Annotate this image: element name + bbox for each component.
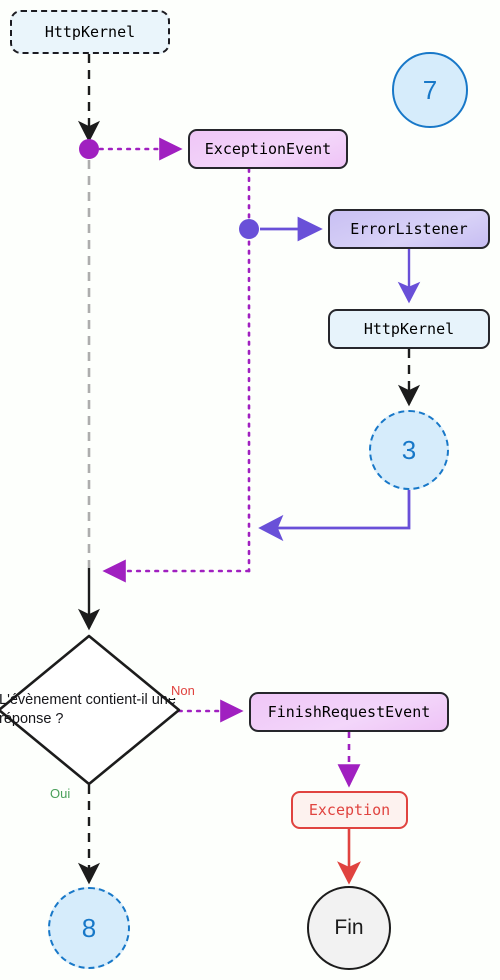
node-finish-request-event-label: FinishRequestEvent: [267, 703, 431, 721]
node-exception-event-label: ExceptionEvent: [204, 140, 332, 158]
edge-label-oui: Oui: [48, 786, 73, 801]
marker-circle-7-label: 7: [422, 74, 438, 105]
marker-circle-8[interactable]: 8: [48, 887, 130, 969]
node-httpkernel-mid-label: HttpKernel: [363, 320, 455, 338]
junction-exception-dot: [79, 139, 99, 159]
node-fin[interactable]: Fin: [307, 886, 391, 970]
node-decision-text: L'évènement contient-il une réponse ?: [0, 692, 176, 727]
marker-circle-3-label: 3: [401, 434, 417, 465]
node-httpkernel-top[interactable]: HttpKernel: [10, 10, 170, 54]
flowchart-diagram: HttpKernel ExceptionEvent ErrorListener …: [0, 0, 500, 980]
node-httpkernel-top-label: HttpKernel: [44, 23, 136, 41]
node-exception[interactable]: Exception: [291, 791, 408, 829]
node-exception-event[interactable]: ExceptionEvent: [188, 129, 348, 169]
node-error-listener-label: ErrorListener: [350, 220, 468, 238]
marker-circle-3[interactable]: 3: [369, 410, 449, 490]
node-finish-request-event[interactable]: FinishRequestEvent: [249, 692, 449, 732]
edge-marker-3-return: [258, 490, 411, 542]
node-error-listener[interactable]: ErrorListener: [328, 209, 490, 249]
node-exception-label: Exception: [308, 801, 391, 819]
marker-circle-7[interactable]: 7: [392, 52, 468, 128]
node-httpkernel-mid[interactable]: HttpKernel: [328, 309, 490, 349]
node-fin-label: Fin: [334, 916, 364, 939]
junction-listener-dot: [239, 219, 259, 239]
marker-circle-8-label: 8: [81, 912, 97, 943]
edge-label-non: Non: [169, 683, 197, 698]
node-decision-label[interactable]: L'évènement contient-il une réponse ?: [0, 636, 179, 784]
